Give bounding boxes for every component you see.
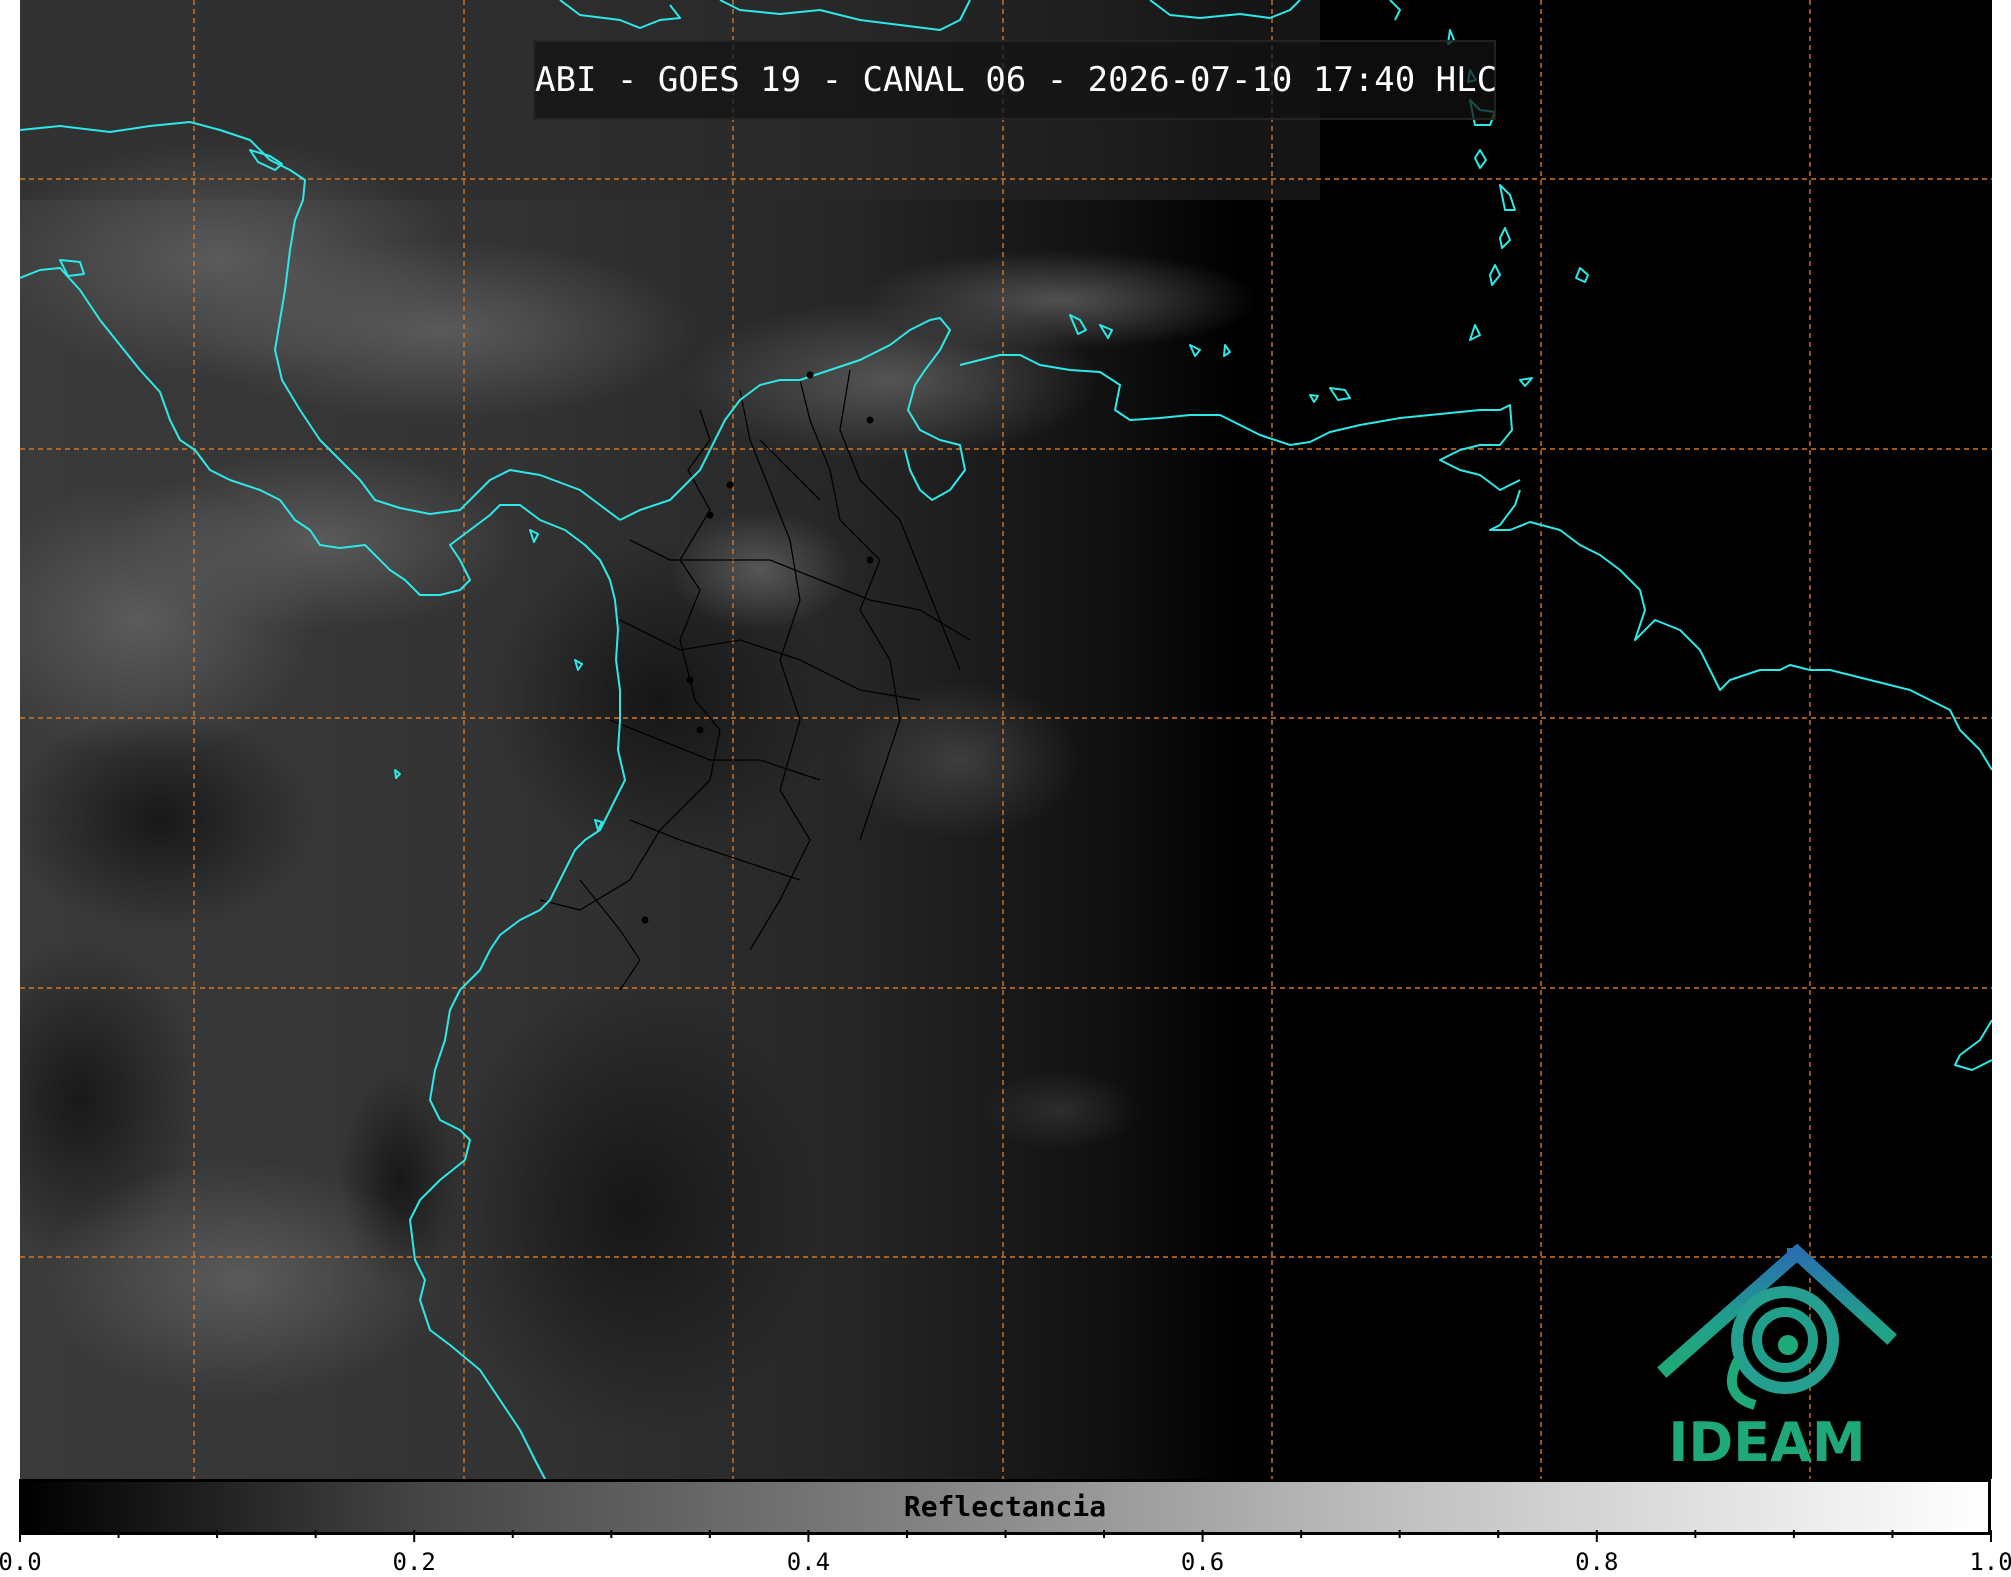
map-title: ABI - GOES 19 - CANAL 06 - 2026-07-10 17… <box>533 40 1497 120</box>
colorbar-tick-label: 0.0 <box>0 1548 42 1576</box>
colorbar-ticks: 0.0 0.2 0.4 0.6 0.8 1.0 <box>0 1530 2011 1576</box>
satellite-map: ABI - GOES 19 - CANAL 06 - 2026-07-10 17… <box>20 0 1992 1479</box>
colorbar-tick-label: 0.6 <box>1181 1548 1224 1576</box>
colorbar-tick-label: 0.2 <box>393 1548 436 1576</box>
map-image <box>20 0 1992 1479</box>
colorbar-tick-label: 0.4 <box>787 1548 830 1576</box>
colorbar: Reflectancia <box>19 1479 1991 1535</box>
ideam-logo-text: IDEAM <box>1668 1411 1866 1474</box>
colorbar-label: Reflectancia <box>903 1490 1107 1523</box>
colorbar-tick-label: 1.0 <box>1969 1548 2011 1576</box>
colorbar-tick-label: 0.8 <box>1575 1548 1618 1576</box>
